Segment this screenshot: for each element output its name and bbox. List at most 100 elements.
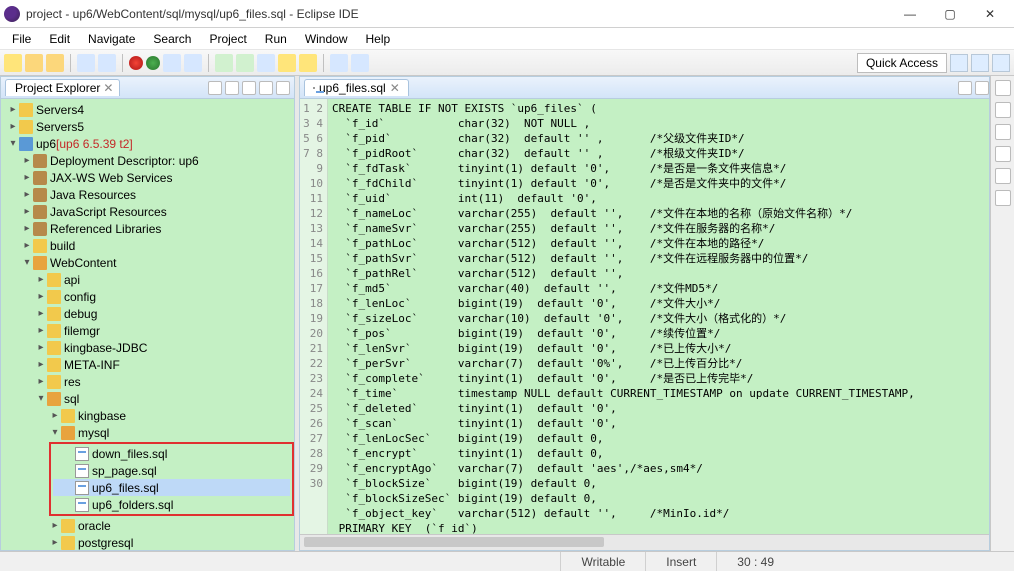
tool-icon[interactable] (278, 54, 296, 72)
tree-item[interactable]: ▸Referenced Libraries (1, 220, 294, 237)
tool-icon[interactable] (257, 54, 275, 72)
tree-item[interactable]: ▸JavaScript Resources (1, 203, 294, 220)
tool-icon[interactable] (215, 54, 233, 72)
tree-item[interactable]: sp_page.sql (53, 462, 290, 479)
tool-icon[interactable] (299, 54, 317, 72)
tree-item[interactable]: ▸Java Resources (1, 186, 294, 203)
minimize-button[interactable]: — (890, 2, 930, 26)
tree-item[interactable]: ▾WebContent (1, 254, 294, 271)
tree-item[interactable]: ▸Servers4 (1, 101, 294, 118)
outline-icon[interactable] (995, 80, 1011, 96)
tree-item[interactable]: ▸Servers5 (1, 118, 294, 135)
back-icon[interactable] (330, 54, 348, 72)
close-icon[interactable]: ✕ (390, 81, 400, 95)
tree-item[interactable]: ▾mysql (1, 424, 294, 441)
twisty-icon[interactable]: ▸ (35, 359, 47, 370)
menu-file[interactable]: File (4, 30, 39, 48)
project-explorer-tab[interactable]: Project Explorer ✕ (5, 79, 120, 96)
menu-edit[interactable]: Edit (41, 30, 78, 48)
forward-icon[interactable] (351, 54, 369, 72)
tree-item[interactable]: up6_folders.sql (53, 496, 290, 513)
save-all-icon[interactable] (46, 54, 64, 72)
menu-navigate[interactable]: Navigate (80, 30, 143, 48)
twisty-icon[interactable]: ▸ (21, 223, 33, 234)
tree-item[interactable]: ▸oracle (1, 517, 294, 534)
twisty-icon[interactable]: ▸ (7, 104, 19, 115)
tree-item[interactable]: ▸kingbase-JDBC (1, 339, 294, 356)
twisty-icon[interactable]: ▸ (21, 189, 33, 200)
snippets-icon[interactable] (995, 146, 1011, 162)
menu-project[interactable]: Project (201, 30, 254, 48)
tree-item[interactable]: ▸postgresql (1, 534, 294, 550)
perspective-icon[interactable] (992, 54, 1010, 72)
tree-item[interactable]: ▸res (1, 373, 294, 390)
close-icon[interactable]: ✕ (103, 81, 113, 95)
menu-help[interactable]: Help (358, 30, 399, 48)
tree[interactable]: ▸Servers4▸Servers5▾up6 [up6 6.5.39 t2]▸D… (1, 99, 294, 550)
twisty-icon[interactable]: ▸ (35, 325, 47, 336)
twisty-icon[interactable]: ▾ (49, 427, 61, 438)
tool-icon[interactable] (236, 54, 254, 72)
twisty-icon[interactable]: ▸ (21, 172, 33, 183)
tree-item[interactable]: ▸filemgr (1, 322, 294, 339)
maximize-button[interactable]: ▢ (930, 2, 970, 26)
twisty-icon[interactable]: ▸ (21, 240, 33, 251)
close-button[interactable]: ✕ (970, 2, 1010, 26)
perspective-icon[interactable] (950, 54, 968, 72)
new-button-icon[interactable] (4, 54, 22, 72)
twisty-icon[interactable]: ▾ (35, 393, 47, 404)
tool-icon[interactable] (184, 54, 202, 72)
save-button-icon[interactable] (25, 54, 43, 72)
minimize-editor-icon[interactable] (958, 81, 972, 95)
twisty-icon[interactable]: ▾ (7, 138, 19, 149)
twisty-icon[interactable]: ▾ (21, 257, 33, 268)
twisty-icon[interactable]: ▸ (21, 155, 33, 166)
tree-item[interactable]: ▸META-INF (1, 356, 294, 373)
twisty-icon[interactable]: ▸ (35, 274, 47, 285)
tree-item[interactable]: ▾up6 [up6 6.5.39 t2] (1, 135, 294, 152)
twisty-icon[interactable]: ▸ (49, 410, 61, 421)
tree-item[interactable]: ▸build (1, 237, 294, 254)
minimize-view-icon[interactable] (259, 81, 273, 95)
tasks-icon[interactable] (995, 102, 1011, 118)
twisty-icon[interactable]: ▸ (35, 308, 47, 319)
twisty-icon[interactable]: ▸ (49, 537, 61, 548)
maximize-editor-icon[interactable] (975, 81, 989, 95)
twisty-icon[interactable]: ▸ (35, 376, 47, 387)
collapse-all-icon[interactable] (225, 81, 239, 95)
twisty-icon[interactable]: ▸ (49, 520, 61, 531)
tree-item[interactable]: ▸debug (1, 305, 294, 322)
run-icon[interactable] (146, 56, 160, 70)
tree-item[interactable]: up6_files.sql (53, 479, 290, 496)
tree-item[interactable]: ▾sql (1, 390, 294, 407)
tree-item[interactable]: ▸JAX-WS Web Services (1, 169, 294, 186)
maximize-view-icon[interactable] (276, 81, 290, 95)
menu-window[interactable]: Window (297, 30, 356, 48)
perspective-icon[interactable] (971, 54, 989, 72)
twisty-icon[interactable]: ▸ (21, 206, 33, 217)
horizontal-scrollbar[interactable] (300, 534, 989, 550)
tree-item[interactable]: ▸Deployment Descriptor: up6 (1, 152, 294, 169)
view-menu-icon[interactable] (242, 81, 256, 95)
editor[interactable]: 1 2 3 4 5 6 7 8 9 10 11 12 13 14 15 16 1… (300, 99, 989, 534)
tool-icon[interactable] (98, 54, 116, 72)
tool-icon[interactable] (77, 54, 95, 72)
tree-item[interactable]: ▸kingbase (1, 407, 294, 424)
menu-run[interactable]: Run (257, 30, 295, 48)
link-editor-icon[interactable] (208, 81, 222, 95)
properties-icon[interactable] (995, 168, 1011, 184)
code-area[interactable]: CREATE TABLE IF NOT EXISTS `up6_files` (… (328, 99, 989, 534)
twisty-icon[interactable]: ▸ (35, 291, 47, 302)
tool-icon[interactable] (163, 54, 181, 72)
debug-icon[interactable] (129, 56, 143, 70)
twisty-icon[interactable]: ▸ (7, 121, 19, 132)
editor-tab[interactable]: up6_files.sql ✕ (304, 79, 409, 96)
console-icon[interactable] (995, 190, 1011, 206)
tree-item[interactable]: ▸config (1, 288, 294, 305)
menu-search[interactable]: Search (145, 30, 199, 48)
twisty-icon[interactable]: ▸ (35, 342, 47, 353)
tree-item[interactable]: ▸api (1, 271, 294, 288)
servers-icon[interactable] (995, 124, 1011, 140)
tree-item[interactable]: down_files.sql (53, 445, 290, 462)
quick-access[interactable]: Quick Access (857, 53, 947, 73)
